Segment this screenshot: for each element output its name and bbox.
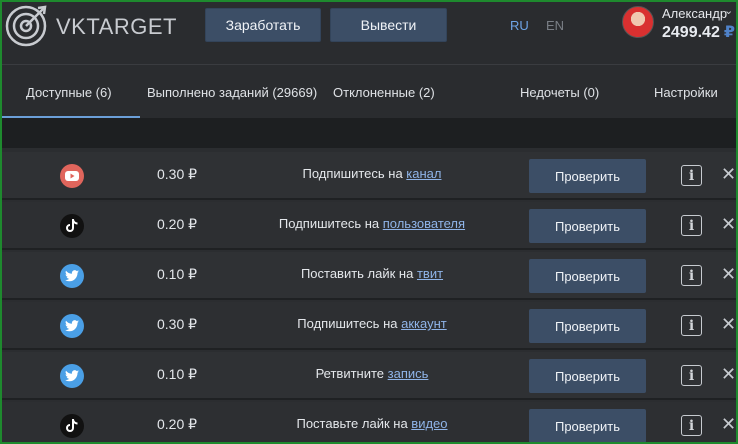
close-icon[interactable]: ✕ — [721, 264, 736, 285]
task-price: 0.10 ₽ — [157, 366, 198, 382]
task-link[interactable]: аккаунт — [401, 316, 447, 331]
app-window: VKTARGET Заработать Вывести RU EN Алекса… — [2, 2, 736, 442]
logo-text[interactable]: VKTARGET — [56, 14, 177, 40]
top-header: VKTARGET Заработать Вывести RU EN Алекса… — [2, 2, 736, 64]
tab-rejected[interactable]: Отклоненные (2) — [333, 85, 435, 100]
task-price: 0.20 ₽ — [157, 416, 198, 432]
info-icon[interactable]: i — [681, 365, 702, 386]
task-text: Подпишитесь на аккаунт — [222, 316, 522, 331]
close-icon[interactable]: ✕ — [721, 164, 736, 185]
task-link[interactable]: видео — [411, 416, 447, 431]
close-icon[interactable]: ✕ — [721, 214, 736, 235]
task-row: 0.10 ₽ Ретвитните запись Проверить i ✕ — [2, 352, 736, 400]
lang-en-link[interactable]: EN — [546, 18, 564, 33]
task-link[interactable]: канал — [406, 166, 441, 181]
info-icon[interactable]: i — [681, 215, 702, 236]
tiktok-icon — [60, 414, 84, 438]
tiktok-icon — [60, 214, 84, 238]
task-price: 0.20 ₽ — [157, 216, 198, 232]
user-avatar[interactable] — [622, 6, 654, 38]
task-description: Ретвитните — [315, 366, 388, 381]
task-text: Поставить лайк на твит — [222, 266, 522, 281]
list-header-band — [2, 118, 736, 148]
twitter-icon — [60, 314, 84, 338]
task-price: 0.10 ₽ — [157, 266, 198, 282]
check-button[interactable]: Проверить — [529, 209, 646, 243]
check-button[interactable]: Проверить — [529, 359, 646, 393]
info-icon[interactable]: i — [681, 165, 702, 186]
check-button[interactable]: Проверить — [529, 259, 646, 293]
task-row: 0.20 ₽ Поставьте лайк на видео Проверить… — [2, 402, 736, 442]
twitter-icon — [60, 264, 84, 288]
balance-value: 2499.42 — [662, 24, 720, 41]
info-icon[interactable]: i — [681, 315, 702, 336]
tab-settings[interactable]: Настройки — [654, 85, 718, 100]
check-button[interactable]: Проверить — [529, 159, 646, 193]
close-icon[interactable]: ✕ — [721, 414, 736, 435]
task-description: Поставьте лайк на — [296, 416, 412, 431]
currency-symbol: ₽ — [723, 24, 735, 41]
earn-button[interactable]: Заработать — [205, 8, 321, 42]
tab-shortcomings[interactable]: Недочеты (0) — [520, 85, 599, 100]
task-description: Поставить лайк на — [300, 266, 417, 281]
task-description: Подпишитесь на — [278, 216, 383, 231]
tab-available[interactable]: Доступные (6) — [26, 85, 112, 100]
task-text: Подпишитесь на пользователя — [222, 216, 522, 231]
task-row: 0.10 ₽ Поставить лайк на твит Проверить … — [2, 252, 736, 300]
lang-ru-link[interactable]: RU — [510, 18, 529, 33]
task-text: Поставьте лайк на видео — [222, 416, 522, 431]
youtube-icon — [60, 164, 84, 188]
task-description: Подпишитесь на — [302, 166, 407, 181]
task-row: 0.30 ₽ Подпишитесь на канал Проверить i … — [2, 152, 736, 200]
task-price: 0.30 ₽ — [157, 166, 198, 182]
info-icon[interactable]: i — [681, 415, 702, 436]
twitter-icon — [60, 364, 84, 388]
check-button[interactable]: Проверить — [529, 409, 646, 442]
task-link[interactable]: пользователя — [383, 216, 465, 231]
task-text: Ретвитните запись — [222, 366, 522, 381]
task-row: 0.30 ₽ Подпишитесь на аккаунт Проверить … — [2, 302, 736, 350]
target-logo-icon[interactable] — [4, 4, 48, 48]
user-balance: 2499.42 ₽ — [662, 22, 735, 42]
task-link[interactable]: запись — [388, 366, 429, 381]
check-button[interactable]: Проверить — [529, 309, 646, 343]
tab-completed[interactable]: Выполнено заданий (29669) — [147, 85, 317, 100]
task-price: 0.30 ₽ — [157, 316, 198, 332]
task-row: 0.20 ₽ Подпишитесь на пользователя Прове… — [2, 202, 736, 250]
task-link[interactable]: твит — [417, 266, 443, 281]
chevron-down-icon[interactable]: ⌄ — [724, 4, 733, 17]
info-icon[interactable]: i — [681, 265, 702, 286]
close-icon[interactable]: ✕ — [721, 364, 736, 385]
task-text: Подпишитесь на канал — [222, 166, 522, 181]
close-icon[interactable]: ✕ — [721, 314, 736, 335]
withdraw-button[interactable]: Вывести — [330, 8, 447, 42]
task-description: Подпишитесь на — [297, 316, 402, 331]
user-name[interactable]: Александр — [662, 6, 727, 21]
tab-bar: Доступные (6) Выполнено заданий (29669) … — [2, 64, 736, 119]
